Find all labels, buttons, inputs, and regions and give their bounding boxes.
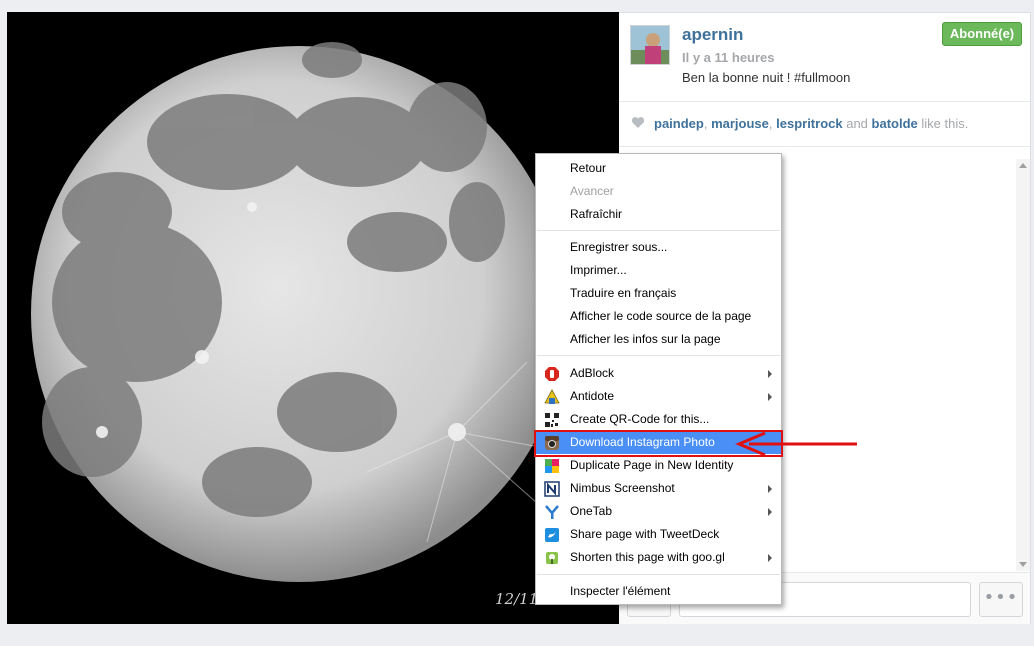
- likes-text: paindep, marjouse, lespritrock and batol…: [654, 116, 968, 131]
- username-link[interactable]: apernin: [682, 25, 743, 45]
- menu-item-label: AdBlock: [570, 366, 615, 380]
- scroll-up-icon[interactable]: [1019, 163, 1027, 168]
- menu-item-label: OneTab: [570, 504, 613, 518]
- likes-separator: ,: [703, 116, 712, 131]
- menu-item-label: Download Instagram Photo: [570, 435, 715, 449]
- submenu-arrow-icon: [768, 393, 772, 401]
- duplicate-identity-icon: [545, 459, 559, 473]
- menu-item-onetab[interactable]: OneTab: [536, 500, 781, 523]
- context-menu: Retour Avancer Rafraîchir Enregistrer so…: [535, 153, 782, 605]
- likes-row: paindep, marjouse, lespritrock and batol…: [619, 102, 1030, 147]
- menu-item-label: Duplicate Page in New Identity: [570, 458, 734, 472]
- photo-date-stamp: 12/11: [495, 590, 539, 608]
- post-header: apernin Il y a 11 heures Ben la bonne nu…: [619, 13, 1030, 102]
- antidote-icon: [544, 389, 560, 404]
- likes-separator: and: [842, 116, 872, 131]
- menu-item-inspect-element[interactable]: Inspecter l'élément: [536, 580, 781, 603]
- onetab-icon: [545, 505, 559, 519]
- post-time[interactable]: Il y a 11 heures: [682, 50, 775, 65]
- menu-item-back[interactable]: Retour: [536, 157, 781, 180]
- menu-item-goo-gl[interactable]: Shorten this page with goo.gl: [536, 546, 781, 569]
- menu-item-label: Shorten this page with goo.gl: [570, 550, 725, 564]
- liker-link[interactable]: paindep: [654, 116, 704, 131]
- submenu-arrow-icon: [768, 508, 772, 516]
- liker-link[interactable]: lespritrock: [776, 116, 842, 131]
- qr-code-icon: [544, 412, 560, 428]
- menu-separator: [537, 230, 780, 231]
- nimbus-icon: [544, 481, 560, 497]
- submenu-arrow-icon: [768, 554, 772, 562]
- moon-image: [31, 42, 568, 582]
- menu-item-label: Antidote: [570, 389, 615, 403]
- heart-icon[interactable]: [631, 116, 645, 129]
- menu-item-tweetdeck[interactable]: Share page with TweetDeck: [536, 523, 781, 546]
- menu-item-save-as[interactable]: Enregistrer sous...: [536, 236, 781, 259]
- liker-link[interactable]: marjouse: [711, 116, 769, 131]
- follow-button[interactable]: Abonné(e): [942, 22, 1022, 46]
- instagram-icon: [545, 436, 559, 450]
- menu-item-label: Create QR-Code for this...: [570, 412, 710, 426]
- menu-separator: [537, 355, 780, 356]
- menu-separator: [537, 574, 780, 575]
- adblock-icon: [545, 367, 559, 381]
- menu-item-print[interactable]: Imprimer...: [536, 259, 781, 282]
- menu-item-reload[interactable]: Rafraîchir: [536, 203, 781, 226]
- menu-item-view-source[interactable]: Afficher le code source de la page: [536, 305, 781, 328]
- scroll-down-icon[interactable]: [1019, 562, 1027, 567]
- menu-item-antidote[interactable]: Antidote: [536, 385, 781, 408]
- goo-gl-icon: [546, 552, 558, 564]
- post-photo[interactable]: 12/11: [7, 12, 619, 624]
- likes-suffix: like this.: [917, 116, 969, 131]
- menu-item-adblock[interactable]: AdBlock: [536, 362, 781, 385]
- more-options-button[interactable]: •••: [979, 582, 1023, 617]
- submenu-arrow-icon: [768, 485, 772, 493]
- submenu-arrow-icon: [768, 370, 772, 378]
- menu-item-forward: Avancer: [570, 184, 614, 198]
- menu-item-label: Share page with TweetDeck: [570, 527, 720, 541]
- post-caption: Ben la bonne nuit ! #fullmoon: [682, 70, 851, 85]
- menu-item-nimbus-screenshot[interactable]: Nimbus Screenshot: [536, 477, 781, 500]
- menu-item-qr-code[interactable]: Create QR-Code for this...: [536, 408, 781, 431]
- avatar[interactable]: [630, 25, 670, 65]
- liker-link[interactable]: batolde: [872, 116, 918, 131]
- comments-scrollbar[interactable]: [1016, 159, 1030, 571]
- tweetdeck-icon: [545, 528, 559, 542]
- menu-item-label: Nimbus Screenshot: [570, 481, 675, 495]
- red-arrow-annotation: [735, 431, 857, 457]
- menu-item-translate[interactable]: Traduire en français: [536, 282, 781, 305]
- menu-item-page-info[interactable]: Afficher les infos sur la page: [536, 328, 781, 351]
